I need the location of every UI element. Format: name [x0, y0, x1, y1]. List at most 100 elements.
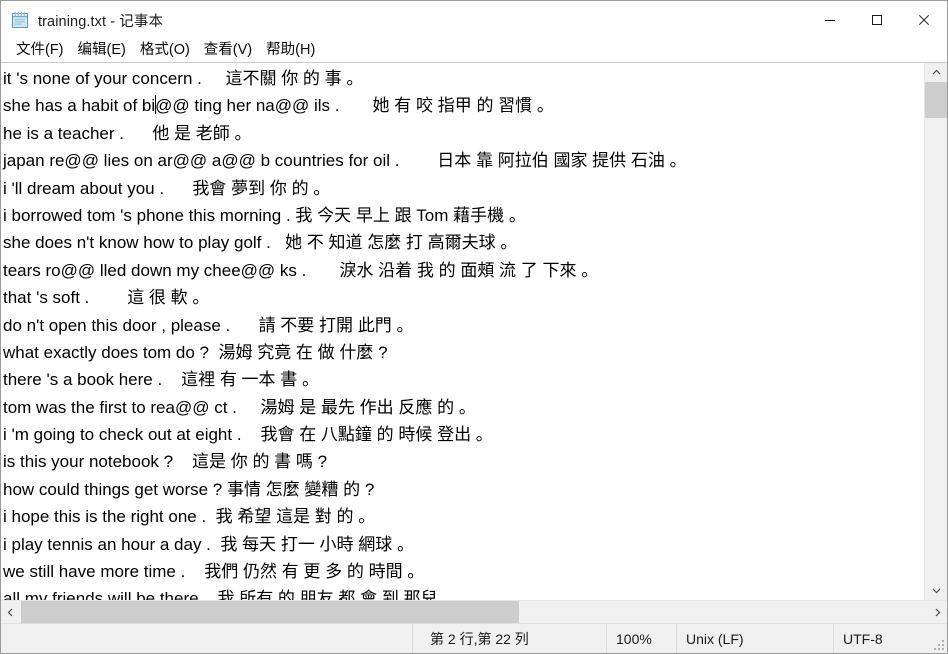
- line-separator: [211, 531, 220, 558]
- vertical-scrollbar[interactable]: [924, 63, 947, 600]
- status-bar-spacer: [1, 624, 412, 653]
- line-target-text: 我 今天 早上 跟 Tom 藉手機 。: [295, 205, 526, 225]
- line-target-text: 她 不 知道 怎麼 打 高爾夫球 。: [285, 233, 518, 253]
- resize-grip-icon[interactable]: [934, 640, 944, 650]
- line-source-text: is this your notebook ?: [3, 452, 174, 472]
- scroll-left-button[interactable]: [1, 601, 20, 623]
- line-separator: [124, 120, 152, 147]
- line-target-text: 湯姆 是 最先 作出 反應 的 。: [260, 397, 476, 417]
- editor-area: it 's none of your concern . 這不關 你 的 事 。…: [1, 62, 947, 623]
- menu-item-view[interactable]: 查看(V): [197, 39, 259, 62]
- line-separator: [399, 147, 437, 174]
- line-separator: [162, 366, 181, 393]
- line-target-text: 這 很 軟 。: [127, 288, 210, 308]
- text-line[interactable]: he is a teacher . 他 是 老師 。: [1, 120, 687, 147]
- menu-item-help[interactable]: 帮助(H): [259, 39, 322, 62]
- line-separator: [271, 229, 285, 256]
- status-cursor-position: 第 2 行,第 22 列: [412, 624, 606, 653]
- status-bar: 第 2 行,第 22 列 100% Unix (LF) UTF-8: [1, 623, 947, 653]
- text-line[interactable]: what exactly does tom do ? 湯姆 究竟 在 做 什麼 …: [1, 339, 687, 366]
- status-zoom-level[interactable]: 100%: [606, 624, 676, 653]
- text-line[interactable]: we still have more time . 我們 仍然 有 更 多 的 …: [1, 558, 687, 585]
- menu-item-edit[interactable]: 编辑(E): [71, 39, 133, 62]
- line-source-text: how could things get worse ?: [3, 479, 223, 499]
- text-line[interactable]: tom was the first to rea@@ ct . 湯姆 是 最先 …: [1, 394, 687, 421]
- text-line[interactable]: i 'm going to check out at eight . 我會 在 …: [1, 421, 687, 448]
- text-line[interactable]: i 'll dream about you . 我會 夢到 你 的 。: [1, 175, 687, 202]
- menu-item-format[interactable]: 格式(O): [133, 39, 197, 62]
- text-line[interactable]: there 's a book here . 這裡 有 一本 書 。: [1, 366, 687, 393]
- text-line[interactable]: japan re@@ lies on ar@@ a@@ b countries …: [1, 147, 687, 174]
- vertical-scroll-thumb[interactable]: [925, 82, 947, 118]
- line-source-text: there 's a book here .: [3, 370, 163, 390]
- line-source-text: do n't open this door , please .: [3, 315, 231, 335]
- notepad-icon: [10, 10, 30, 30]
- title-bar: training.txt - 记事本: [1, 1, 947, 39]
- text-line[interactable]: i borrowed tom 's phone this morning . 我…: [1, 202, 687, 229]
- line-source-text: i borrowed tom 's phone this morning .: [3, 205, 291, 225]
- text-lines: it 's none of your concern . 這不關 你 的 事 。…: [1, 63, 687, 600]
- vertical-scroll-track[interactable]: [925, 82, 947, 581]
- notepad-window: training.txt - 记事本 文件(F) 编辑(E) 格式(O) 查看(…: [0, 0, 948, 654]
- status-line-ending[interactable]: Unix (LF): [676, 624, 833, 653]
- line-target-text: 我會 夢到 你 的 。: [192, 178, 331, 198]
- line-target-text: 我會 在 八點鐘 的 時候 登出 。: [260, 425, 493, 445]
- line-source-text: he is a teacher .: [3, 123, 124, 143]
- title-bar-left: training.txt - 记事本: [1, 10, 806, 31]
- line-separator: [202, 65, 226, 92]
- line-target-text: 這不關 你 的 事 。: [225, 69, 364, 88]
- close-button[interactable]: [900, 1, 947, 39]
- line-target-text: 我 希望 這是 對 的 。: [215, 507, 376, 527]
- line-source-text: she does n't know how to play golf .: [3, 233, 271, 253]
- line-source-text: japan re@@ lies on ar@@ a@@ b countries …: [3, 151, 400, 171]
- line-target-text: 我 每天 打一 小時 網球 。: [220, 534, 414, 554]
- line-source-text: i hope this is the right one .: [3, 507, 207, 527]
- line-source-text: all my friends will be there .: [3, 589, 209, 600]
- line-target-text: 我 所有 的 朋友 都 會 到 那兒 。: [217, 589, 460, 600]
- line-target-text: 湯姆 究竟 在 做 什麼 ?: [218, 342, 388, 362]
- line-separator: [185, 558, 204, 585]
- line-target-text: 事情 怎麼 變糟 的 ?: [226, 479, 375, 499]
- line-separator: [306, 257, 339, 284]
- text-line[interactable]: i play tennis an hour a day . 我 每天 打一 小時…: [1, 531, 687, 558]
- minimize-button[interactable]: [806, 1, 853, 39]
- menu-bar: 文件(F) 编辑(E) 格式(O) 查看(V) 帮助(H): [1, 39, 947, 62]
- scroll-up-button[interactable]: [925, 63, 947, 82]
- text-line[interactable]: do n't open this door , please . 請 不要 打開…: [1, 312, 687, 339]
- menu-item-file[interactable]: 文件(F): [9, 39, 71, 62]
- window-controls: [806, 1, 947, 39]
- line-target-text: 這裡 有 一本 書 。: [181, 370, 319, 390]
- text-line[interactable]: it 's none of your concern . 這不關 你 的 事 。: [1, 65, 687, 92]
- line-target-text: 日本 靠 阿拉伯 國家 提供 石油 。: [437, 151, 687, 171]
- line-separator: [230, 312, 258, 339]
- text-line[interactable]: i hope this is the right one . 我 希望 這是 對…: [1, 503, 687, 530]
- text-editor[interactable]: it 's none of your concern . 這不關 你 的 事 。…: [1, 63, 924, 600]
- text-line[interactable]: that 's soft . 這 很 軟 。: [1, 284, 687, 311]
- line-separator: [242, 421, 261, 448]
- line-separator: [173, 448, 192, 475]
- text-line[interactable]: how could things get worse ? 事情 怎麼 變糟 的 …: [1, 476, 687, 503]
- line-source-text-cont: @@ ting her na@@ ils .: [155, 96, 340, 116]
- text-line[interactable]: is this your notebook ? 這是 你 的 書 嗎 ?: [1, 448, 687, 475]
- line-target-text: 她 有 咬 指甲 的 習慣 。: [372, 96, 554, 116]
- line-target-text: 淚水 沿着 我 的 面頰 流 了 下來 。: [339, 260, 599, 280]
- line-source-text: i 'm going to check out at eight .: [3, 425, 242, 445]
- status-encoding[interactable]: UTF-8: [833, 624, 947, 653]
- text-line[interactable]: she has a habit of bi@@ ting her na@@ il…: [1, 92, 687, 119]
- line-source-text: she has a habit of bi: [3, 96, 156, 116]
- scroll-right-button[interactable]: [928, 601, 947, 623]
- line-target-text: 這是 你 的 書 嗎 ?: [192, 452, 328, 472]
- text-line[interactable]: tears ro@@ lled down my chee@@ ks . 淚水 沿…: [1, 257, 687, 284]
- horizontal-scroll-track[interactable]: [20, 601, 928, 623]
- line-target-text: 他 是 老師 。: [152, 123, 252, 143]
- line-source-text: i play tennis an hour a day .: [3, 534, 211, 554]
- maximize-button[interactable]: [853, 1, 900, 39]
- line-source-text: it 's none of your concern .: [3, 69, 202, 88]
- scroll-down-button[interactable]: [925, 581, 947, 600]
- text-line[interactable]: all my friends will be there . 我 所有 的 朋友…: [1, 585, 687, 600]
- line-separator: [164, 175, 192, 202]
- line-separator: [339, 92, 372, 119]
- horizontal-scroll-thumb[interactable]: [21, 601, 519, 623]
- horizontal-scrollbar[interactable]: [1, 600, 947, 623]
- text-line[interactable]: she does n't know how to play golf . 她 不…: [1, 229, 687, 256]
